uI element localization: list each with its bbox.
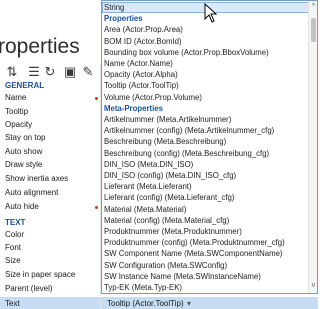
property-row[interactable]: Font xyxy=(0,241,100,255)
dropdown-option[interactable]: Lieferant (config) (Meta.Lieferant_cfg) xyxy=(102,192,309,203)
property-row[interactable]: Tooltip xyxy=(0,105,100,119)
dropdown-option[interactable]: Material (Meta.Material) xyxy=(102,204,309,215)
dropdown-option[interactable]: Produktnummer (Meta.Produktnummer) xyxy=(102,226,309,237)
chevron-down-icon[interactable]: ▾ xyxy=(187,297,191,309)
dropdown-option[interactable]: Beschreibung (config) (Meta.Beschreibung… xyxy=(102,148,309,159)
property-row[interactable]: Auto hide xyxy=(0,200,100,214)
scroll-down-icon[interactable]: v xyxy=(310,281,317,290)
dropdown-option[interactable]: Volume (Actor.Prop.Volume) xyxy=(102,92,309,103)
dropdown-option[interactable]: DIN_ISO (Meta.DIN_ISO) xyxy=(102,159,309,170)
text-property-value[interactable]: Tooltip (Actor.ToolTip) xyxy=(107,297,184,309)
dropdown-option[interactable]: SW Instance Name (Meta.SWInstanceName) xyxy=(102,271,309,282)
dropdown-option[interactable]: DIN_ISO (config) (Meta.DIN_ISO_cfg) xyxy=(102,170,309,181)
property-row[interactable]: Size xyxy=(0,254,100,268)
dropdown-option[interactable]: Opacity (Actor.Alpha) xyxy=(102,69,309,80)
dropdown-option[interactable]: Artikelnummer (Meta.Artikelnummer) xyxy=(102,114,309,125)
dropdown-option[interactable]: Tooltip (Actor.ToolTip) xyxy=(102,80,309,91)
dropdown-option[interactable]: Bounding box volume (Actor.Prop.BboxVolu… xyxy=(102,47,309,58)
sort-alphabetical-icon[interactable]: ⇅ xyxy=(4,64,20,80)
dropdown-group-header: Meta-Properties xyxy=(104,103,163,113)
dropdown-option[interactable]: Produktnummer (config) (Meta.Produktnumm… xyxy=(102,237,309,248)
dropdown-option[interactable]: Typ-EK (Meta.Typ-EK) xyxy=(102,282,309,293)
dropdown-option[interactable]: BOM ID (Actor.BomId) xyxy=(102,36,309,47)
page-icon[interactable]: ▣ xyxy=(62,64,78,80)
property-row[interactable]: Auto alignment xyxy=(0,186,100,200)
dropdown-option[interactable]: Beschreibung (Meta.Beschreibung) xyxy=(102,136,309,147)
categorized-view-icon[interactable]: ☰ xyxy=(26,64,42,80)
property-row[interactable]: Color xyxy=(0,228,100,242)
property-row[interactable]: Show inertia axes xyxy=(0,172,100,186)
property-row[interactable]: Auto show xyxy=(0,145,100,159)
scrollbar-thumb[interactable] xyxy=(311,17,316,42)
panel-title: roperties xyxy=(0,35,80,58)
modified-marker-icon xyxy=(95,206,98,209)
property-row[interactable]: Stay on top xyxy=(0,131,100,145)
text-source-dropdown-list[interactable]: String Properties Area (Actor.Prop.Area) BO… xyxy=(101,0,318,294)
dropdown-option[interactable]: Artikelnummer (config) (Meta.Artikelnumm… xyxy=(102,125,309,136)
dropdown-option[interactable]: Area (Actor.Prop.Area) xyxy=(102,24,309,35)
dropdown-option[interactable]: Material (config) (Meta.Material_cfg) xyxy=(102,215,309,226)
dropdown-option[interactable]: SW Component Name (Meta.SWComponentName) xyxy=(102,248,309,259)
dropdown-scrollbar[interactable]: ^ v xyxy=(308,1,317,293)
dropdown-option[interactable]: Name (Actor.Name) xyxy=(102,58,309,69)
dropdown-option[interactable]: SW Configuration (Meta.SWConfig) xyxy=(102,260,309,271)
mouse-pointer-icon xyxy=(204,3,218,23)
property-row[interactable]: Name xyxy=(0,91,100,105)
property-row[interactable]: Draw style xyxy=(0,158,100,172)
property-row[interactable]: Parent (level) xyxy=(0,282,100,296)
dropdown-option[interactable]: Lieferant (Meta.Lieferant) xyxy=(102,181,309,192)
pencil-icon[interactable]: ✎ xyxy=(80,64,96,80)
property-row[interactable]: Opacity xyxy=(0,118,100,132)
scroll-up-icon[interactable]: ^ xyxy=(310,2,317,11)
modified-marker-icon xyxy=(95,97,98,100)
property-row[interactable]: Size in paper space xyxy=(0,268,100,282)
refresh-icon[interactable]: ↻ xyxy=(42,64,58,80)
